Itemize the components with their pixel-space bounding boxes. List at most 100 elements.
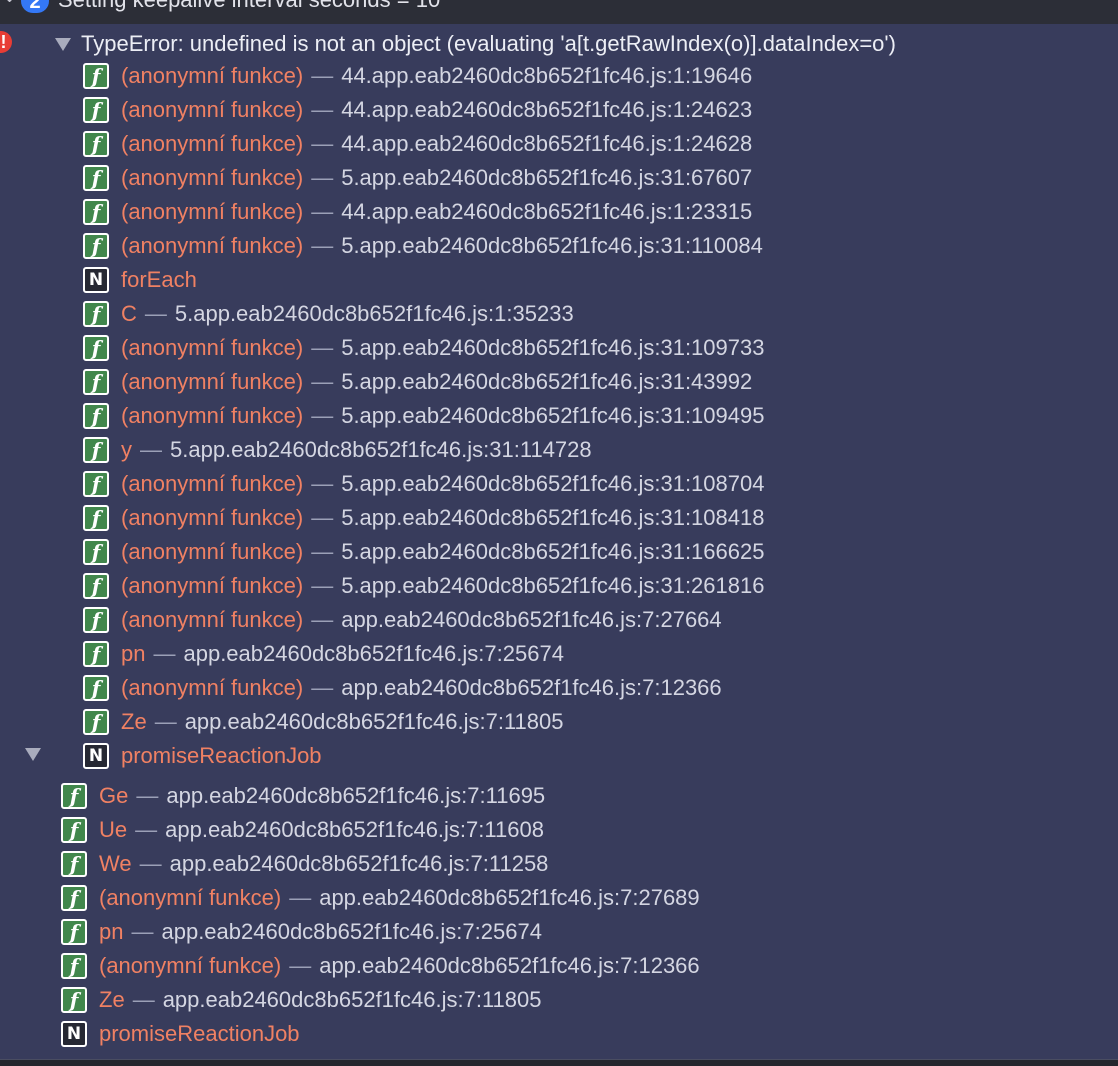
source-location-link[interactable]: app.eab2460dc8b652f1fc46.js:7:11805 (185, 709, 564, 734)
source-location-link[interactable]: 44.app.eab2460dc8b652f1fc46.js:1:24623 (341, 97, 752, 122)
disclosure-triangle-icon[interactable] (55, 38, 71, 51)
native-code-icon: N (83, 743, 109, 769)
frame-label: (anonymní funkce) — app.eab2460dc8b652f1fc… (99, 884, 700, 912)
source-location-link[interactable]: 5.app.eab2460dc8b652f1fc46.js:31:261816 (341, 573, 764, 598)
function-name: (anonymní funkce) (121, 369, 304, 394)
source-location-link[interactable]: app.eab2460dc8b652f1fc46.js:7:27689 (319, 885, 699, 910)
function-icon: f (83, 369, 109, 395)
source-location-link[interactable]: 5.app.eab2460dc8b652f1fc46.js:31:166625 (341, 539, 764, 564)
function-name: (anonymní funkce) (121, 471, 304, 496)
function-name: (anonymní funkce) (121, 165, 304, 190)
source-location-link[interactable]: 5.app.eab2460dc8b652f1fc46.js:31:67607 (341, 165, 752, 190)
em-dash-separator: — (311, 471, 334, 496)
source-location-link[interactable]: 5.app.eab2460dc8b652f1fc46.js:31:110084 (341, 233, 763, 258)
function-name: (anonymní funkce) (121, 505, 304, 530)
function-icon: f (83, 641, 109, 667)
native-code-icon: N (83, 267, 109, 293)
function-name: y (121, 437, 132, 462)
function-icon: f (83, 335, 109, 361)
em-dash-separator: — (140, 437, 162, 462)
error-icon: ! (0, 31, 12, 53)
frame-label: We — app.eab2460dc8b652f1fc46.js:7:11258 (99, 850, 548, 878)
frame-label: Ge — app.eab2460dc8b652f1fc46.js:7:11695 (99, 782, 545, 810)
function-icon: f (83, 607, 109, 633)
frame-label: (anonymní funkce) — 44.app.eab2460dc8b652f… (121, 96, 752, 124)
function-icon: f (61, 953, 87, 979)
source-location-link[interactable]: app.eab2460dc8b652f1fc46.js:7:12366 (319, 953, 699, 978)
em-dash-separator: — (311, 573, 334, 598)
source-location-link[interactable]: 5.app.eab2460dc8b652f1fc46.js:31:109733 (341, 335, 764, 360)
log-message-text: Setting keepalive interval seconds = 10 (58, 0, 440, 12)
source-location-link[interactable]: 5.app.eab2460dc8b652f1fc46.js:31:108704 (341, 471, 764, 496)
source-location-link[interactable]: 44.app.eab2460dc8b652f1fc46.js:1:19646 (341, 63, 752, 88)
async-disclosure-triangle-icon[interactable] (25, 748, 41, 761)
em-dash-separator: — (311, 131, 334, 156)
function-name: (anonymní funkce) (99, 885, 282, 910)
function-name: pn (121, 641, 146, 666)
function-icon: f (61, 885, 87, 911)
source-location-link[interactable]: 5.app.eab2460dc8b652f1fc46.js:31:109495 (341, 403, 764, 428)
function-icon: f (83, 233, 109, 259)
frame-label: (anonymní funkce) — 5.app.eab2460dc8b652f1… (121, 368, 752, 396)
frame-label: (anonymní funkce) — app.eab2460dc8b652f1fc… (99, 952, 700, 980)
frame-label: Ze — app.eab2460dc8b652f1fc46.js:7:11805 (99, 986, 542, 1014)
function-name: (anonymní funkce) (99, 953, 282, 978)
em-dash-separator: — (311, 505, 334, 530)
function-name: (anonymní funkce) (121, 573, 304, 598)
error-message[interactable]: TypeError: undefined is not an object (e… (81, 31, 896, 57)
function-name: Ze (99, 987, 125, 1012)
em-dash-separator: — (311, 403, 334, 428)
source-location-link[interactable]: app.eab2460dc8b652f1fc46.js:7:11805 (163, 987, 542, 1012)
source-location-link[interactable]: 5.app.eab2460dc8b652f1fc46.js:31:114728 (170, 437, 592, 462)
frame-label: (anonymní funkce) — 44.app.eab2460dc8b652f… (121, 62, 752, 90)
source-location-link[interactable]: app.eab2460dc8b652f1fc46.js:7:27664 (341, 607, 721, 632)
em-dash-separator: — (311, 233, 334, 258)
function-icon: f (83, 131, 109, 157)
em-dash-separator: — (135, 817, 158, 842)
source-location-link[interactable]: 5.app.eab2460dc8b652f1fc46.js:1:35233 (175, 301, 574, 326)
function-icon: f (61, 851, 87, 877)
function-name: (anonymní funkce) (121, 403, 304, 428)
frame-label: (anonymní funkce) — 5.app.eab2460dc8b652f1… (121, 164, 752, 192)
function-name: Ge (99, 783, 129, 808)
frame-label: Ue — app.eab2460dc8b652f1fc46.js:7:11608 (99, 816, 544, 844)
frame-label: Ze — app.eab2460dc8b652f1fc46.js:7:11805 (121, 708, 564, 736)
source-location-link[interactable]: 44.app.eab2460dc8b652f1fc46.js:1:23315 (341, 199, 752, 224)
function-icon: f (83, 709, 109, 735)
function-icon: f (83, 539, 109, 565)
source-location-link[interactable]: app.eab2460dc8b652f1fc46.js:7:12366 (341, 675, 721, 700)
console-panel: ⌄ 2 Setting keepalive interval seconds =… (0, 0, 1118, 1066)
source-location-link[interactable]: 5.app.eab2460dc8b652f1fc46.js:31:43992 (341, 369, 752, 394)
frame-label: (anonymní funkce) — 5.app.eab2460dc8b652f1… (121, 470, 764, 498)
source-location-link[interactable]: app.eab2460dc8b652f1fc46.js:7:11258 (170, 851, 549, 876)
frame-label: promiseReactionJob (121, 742, 322, 770)
frame-label: (anonymní funkce) — 44.app.eab2460dc8b652f… (121, 130, 752, 158)
source-location-link[interactable]: app.eab2460dc8b652f1fc46.js:7:11608 (165, 817, 544, 842)
function-name: We (99, 851, 132, 876)
source-location-link[interactable]: app.eab2460dc8b652f1fc46.js:7:25674 (183, 641, 563, 666)
function-icon: f (83, 675, 109, 701)
frame-label: forEach (121, 266, 197, 294)
function-name: pn (99, 919, 124, 944)
source-location-link[interactable]: 5.app.eab2460dc8b652f1fc46.js:31:108418 (341, 505, 764, 530)
chevron-down-icon[interactable]: ⌄ (2, 0, 17, 5)
em-dash-separator: — (132, 987, 155, 1012)
frame-label: (anonymní funkce) — 5.app.eab2460dc8b652f1… (121, 232, 763, 260)
frame-label: (anonymní funkce) — 5.app.eab2460dc8b652f1… (121, 572, 764, 600)
function-name: forEach (121, 267, 197, 292)
frame-label: (anonymní funkce) — 5.app.eab2460dc8b652f1… (121, 402, 764, 430)
function-name: (anonymní funkce) (121, 607, 304, 632)
frame-label: y — 5.app.eab2460dc8b652f1fc46.js:31:11472… (121, 436, 592, 464)
function-icon: f (61, 783, 87, 809)
em-dash-separator: — (144, 301, 167, 326)
source-location-link[interactable]: app.eab2460dc8b652f1fc46.js:7:11695 (166, 783, 545, 808)
function-name: C (121, 301, 137, 326)
source-location-link[interactable]: app.eab2460dc8b652f1fc46.js:7:25674 (161, 919, 541, 944)
previous-log-message[interactable]: ⌄ 2 Setting keepalive interval seconds =… (0, 0, 1118, 24)
function-icon: f (83, 301, 109, 327)
frame-label: pn — app.eab2460dc8b652f1fc46.js:7:25674 (121, 640, 564, 668)
source-location-link[interactable]: 44.app.eab2460dc8b652f1fc46.js:1:24628 (341, 131, 752, 156)
function-icon: f (61, 987, 87, 1013)
function-name: (anonymní funkce) (121, 63, 304, 88)
em-dash-separator: — (154, 709, 177, 734)
